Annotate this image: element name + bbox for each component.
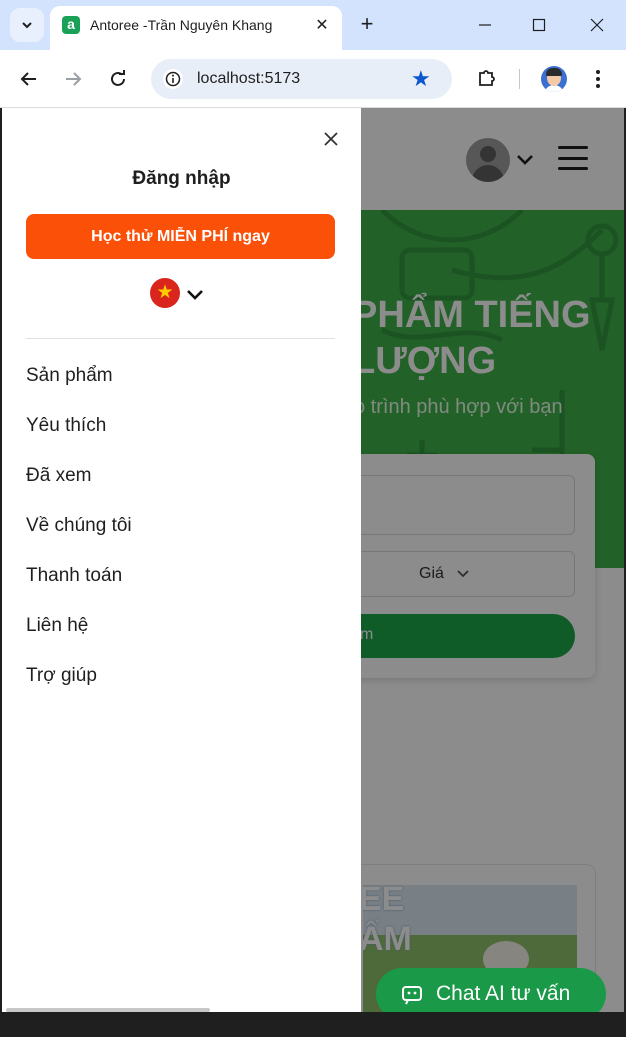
language-selector[interactable]: ★: [150, 278, 210, 310]
tab-search-button[interactable]: [10, 8, 44, 42]
chat-ai-button[interactable]: Chat AI tư vấn: [376, 968, 606, 1012]
close-icon[interactable]: [320, 128, 342, 150]
window-bottom-edge: [0, 1012, 626, 1037]
bookmark-star-icon[interactable]: ★: [411, 67, 431, 91]
maximize-button[interactable]: [524, 10, 554, 40]
chevron-down-icon: [187, 290, 203, 300]
menu-item-products[interactable]: Sản phẩm: [26, 360, 132, 410]
tab-title: Antoree -Trần Nguyên Khang: [90, 17, 273, 33]
forward-button[interactable]: [58, 64, 88, 94]
browser-window: a Antoree -Trần Nguyên Khang ✕ + localho…: [0, 0, 626, 1037]
minimize-icon: [479, 24, 491, 26]
login-link[interactable]: Đăng nhập: [2, 168, 361, 190]
menu-item-help[interactable]: Trợ giúp: [26, 660, 132, 710]
menu-item-viewed[interactable]: Đã xem: [26, 460, 132, 510]
puzzle-icon: [479, 70, 495, 86]
title-bar: a Antoree -Trần Nguyên Khang ✕ +: [0, 0, 626, 50]
close-window-button[interactable]: [582, 10, 612, 40]
side-drawer: Đăng nhập Học thử MIỄN PHÍ ngay ★ Sản ph…: [2, 108, 361, 1012]
antoree-favicon-icon: a: [62, 16, 80, 34]
tab-close-icon[interactable]: ✕: [312, 16, 332, 36]
vietnam-flag-icon: ★: [150, 278, 180, 308]
browser-menu-icon[interactable]: [586, 65, 610, 93]
menu-item-about-us[interactable]: Về chúng tôi: [26, 510, 132, 560]
free-trial-button[interactable]: Học thử MIỄN PHÍ ngay: [26, 214, 335, 259]
arrow-right-icon: [66, 72, 82, 86]
arrow-left-icon: [20, 72, 36, 86]
close-icon: [590, 18, 604, 32]
chat-bot-icon: [402, 986, 422, 1005]
page-viewport: PHẨM TIẾNG LƯỢNG o trình phù hợp với bạn…: [2, 108, 624, 1012]
maximize-icon: [532, 18, 546, 32]
drawer-divider: [26, 338, 335, 339]
chat-ai-label: Chat AI tư vấn: [436, 982, 571, 1005]
site-info-icon[interactable]: [163, 69, 183, 89]
menu-item-contact[interactable]: Liên hệ: [26, 610, 132, 660]
toolbar-divider: [519, 69, 520, 89]
url-text[interactable]: localhost:5173: [197, 70, 300, 88]
extensions-button[interactable]: [474, 65, 500, 91]
new-tab-icon[interactable]: +: [354, 11, 380, 37]
menu-item-favorites[interactable]: Yêu thích: [26, 410, 132, 460]
reload-button[interactable]: [103, 64, 133, 94]
drawer-menu: Sản phẩm Yêu thích Đã xem Về chúng tôi T…: [26, 360, 132, 710]
menu-item-payment[interactable]: Thanh toán: [26, 560, 132, 610]
minimize-button[interactable]: [470, 10, 500, 40]
browser-toolbar: localhost:5173 ★: [0, 50, 626, 108]
back-button[interactable]: [14, 64, 44, 94]
reload-icon: [111, 70, 125, 86]
profile-avatar[interactable]: [541, 66, 567, 92]
browser-tab[interactable]: a Antoree -Trần Nguyên Khang ✕: [50, 6, 342, 50]
address-bar[interactable]: localhost:5173 ★: [151, 59, 452, 99]
chevron-down-icon: [22, 22, 32, 29]
